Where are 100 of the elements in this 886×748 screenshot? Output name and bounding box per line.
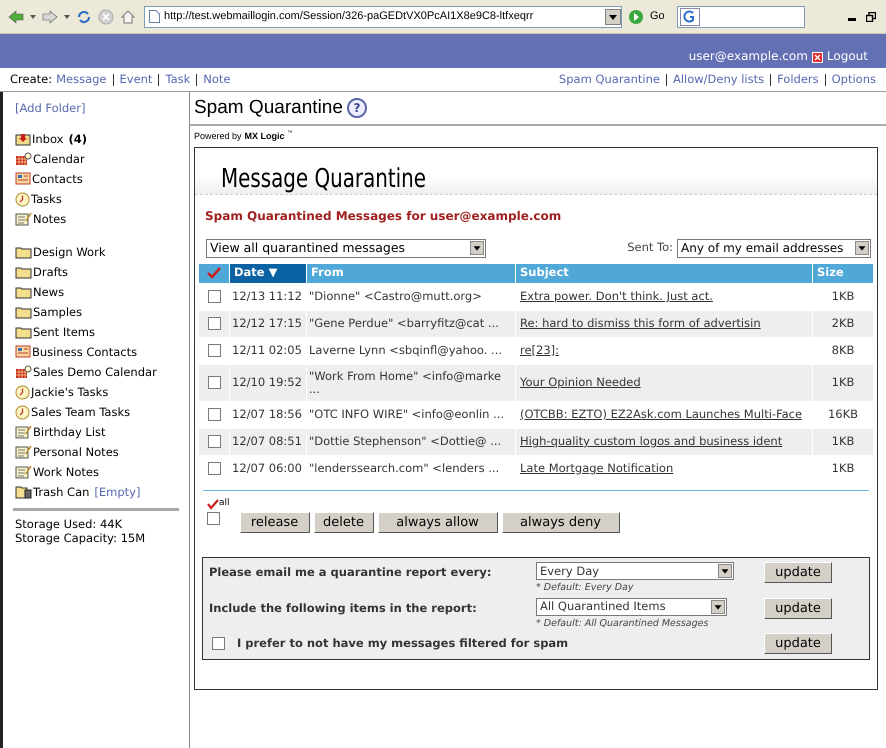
subject-link[interactable]: (OTCBB: EZTO) EZ2Ask.com Launches Multi-Face <box>520 406 802 424</box>
action-button[interactable]: release <box>240 512 310 534</box>
folder-link[interactable]: Sales Team Tasks <box>31 404 130 421</box>
folder-link[interactable]: Tasks <box>31 190 62 208</box>
default-hint: * Default: Every Day <box>536 581 634 596</box>
row-checkbox[interactable] <box>208 290 220 303</box>
setting-label: Include the following items in the report: <box>209 600 478 616</box>
subject-link[interactable]: Late Mortgage Notification <box>520 460 674 478</box>
date-cell: 12/12 17:15 <box>230 310 306 336</box>
add-folder-link[interactable]: [Add Folder] <box>15 100 179 118</box>
nav-link[interactable]: Options <box>832 70 876 88</box>
update-button[interactable]: update <box>764 562 832 584</box>
select-all-checkbox[interactable] <box>207 512 220 525</box>
home-icon[interactable] <box>120 8 136 24</box>
date-cell: 12/07 08:51 <box>230 428 306 454</box>
update-button[interactable]: update <box>764 598 832 618</box>
folder-link[interactable]: Notes <box>33 210 66 228</box>
go-icon[interactable] <box>628 8 644 24</box>
action-button[interactable]: always deny <box>502 512 620 534</box>
restore-icon[interactable] <box>866 12 876 22</box>
report-select[interactable]: Every Day <box>536 562 734 580</box>
address-field[interactable]: http://test.webmaillogin.com/Session/326-paGEDtVX0PcAI1X8e9C8-ltfxeqrr <box>144 6 622 28</box>
update-button[interactable]: update <box>764 632 832 654</box>
create-link[interactable]: Message <box>56 70 106 88</box>
sender-cell: "Work From Home" <info@marke ... <box>307 364 515 400</box>
folder-link[interactable]: Calendar <box>33 150 85 168</box>
folder-link[interactable]: Samples <box>33 304 82 321</box>
row-checkbox[interactable] <box>208 344 220 357</box>
folder-icon <box>15 286 32 299</box>
sent-to-label: Sent To: <box>627 239 673 256</box>
caret-icon[interactable] <box>64 14 70 18</box>
folder-link[interactable]: Sales Demo Calendar <box>33 364 157 381</box>
sender-cell: "Dottie Stephenson" <Dottie@ ... <box>307 428 515 454</box>
nav-link[interactable]: Allow/Deny lists <box>672 70 764 88</box>
row-checkbox[interactable] <box>208 317 220 330</box>
refresh-icon[interactable] <box>76 8 92 24</box>
folder-link[interactable]: Design Work <box>33 244 106 261</box>
row-checkbox[interactable] <box>208 408 220 421</box>
subject-link[interactable]: Extra power. Don't think. Just act. <box>520 288 713 306</box>
notepad-icon <box>15 425 32 440</box>
url-text: http://test.webmaillogin.com/Session/326-paGEDtVX0PcAI1X8e9C8-ltfxeqrr <box>164 9 534 24</box>
empty-trash-link[interactable]: [Empty] <box>94 484 140 501</box>
row-checkbox[interactable] <box>208 462 220 475</box>
clock-icon <box>15 384 30 400</box>
close-box-icon <box>812 52 823 63</box>
setting-label: Please email me a quarantine report every: <box>209 564 492 582</box>
select-all-label: all <box>219 496 230 510</box>
folder-link[interactable]: Work Notes <box>33 464 99 481</box>
create-link[interactable]: Event <box>120 70 152 88</box>
trash-icon <box>15 485 32 500</box>
sent-to-select[interactable]: Any of my email addresses <box>677 238 871 258</box>
folder-link[interactable]: Drafts <box>33 264 68 281</box>
clock-icon <box>15 404 30 420</box>
folder-link[interactable]: Business Contacts <box>32 344 138 361</box>
folder-link[interactable]: Contacts <box>32 170 83 188</box>
default-hint: * Default: All Quarantined Messages <box>536 616 710 630</box>
folder-link[interactable]: Trash Can <box>33 484 90 501</box>
folder-icon <box>15 306 32 319</box>
back-arrow-icon[interactable] <box>8 10 24 24</box>
folder-link[interactable]: Sent Items <box>33 324 95 341</box>
logout-link[interactable]: Logout <box>826 47 868 65</box>
folder-link[interactable]: Birthday List <box>33 424 106 441</box>
column-header[interactable]: Date ▼ <box>230 264 306 282</box>
nav-link[interactable]: Folders <box>777 70 819 88</box>
create-link[interactable]: Note <box>203 70 231 88</box>
notepad-icon <box>15 465 32 480</box>
report-select[interactable]: All Quarantined Items <box>536 598 727 616</box>
forward-arrow-icon[interactable] <box>42 10 58 24</box>
nav-link[interactable]: Spam Quarantine <box>558 70 660 88</box>
help-button[interactable]: ? <box>346 98 367 118</box>
row-checkbox[interactable] <box>208 376 220 389</box>
caret-icon[interactable] <box>30 14 36 18</box>
folder-link[interactable]: Inbox <box>32 130 64 148</box>
sender-cell: "Gene Perdue" <barryfitz@cat ... <box>307 310 515 336</box>
stop-icon[interactable] <box>98 8 114 24</box>
subject-link[interactable]: re[23]: <box>520 342 560 360</box>
folder-link[interactable]: News <box>33 284 64 301</box>
go-label[interactable]: Go <box>650 8 665 25</box>
calendar-icon <box>15 365 32 380</box>
search-field[interactable] <box>676 6 805 28</box>
quarantine-title: Message Quarantine <box>221 166 426 192</box>
notepad-icon <box>15 445 32 460</box>
setting-label: I prefer to not have my messages filtered for spam <box>237 634 570 652</box>
size-cell: 1KB <box>813 364 873 400</box>
checkmark-icon <box>207 267 221 279</box>
quarantine-heading: Spam Quarantined Messages for user@example.com <box>205 208 562 224</box>
page-title: Spam Quarantine <box>194 96 343 120</box>
action-button[interactable]: delete <box>314 512 374 534</box>
search-engine-icon <box>680 8 700 26</box>
unread-count: (4) <box>68 130 87 148</box>
brand-logo: MX Logic <box>244 130 285 143</box>
contact-card-icon <box>15 172 31 186</box>
action-button[interactable]: always allow <box>378 512 498 534</box>
filter-checkbox[interactable] <box>212 636 225 650</box>
inbox-icon <box>15 132 31 146</box>
folder-link[interactable]: Personal Notes <box>33 444 119 461</box>
create-link[interactable]: Task <box>165 70 190 88</box>
row-checkbox[interactable] <box>208 435 220 448</box>
view-select[interactable]: View all quarantined messages <box>206 238 486 258</box>
folder-link[interactable]: Jackie's Tasks <box>31 384 108 401</box>
